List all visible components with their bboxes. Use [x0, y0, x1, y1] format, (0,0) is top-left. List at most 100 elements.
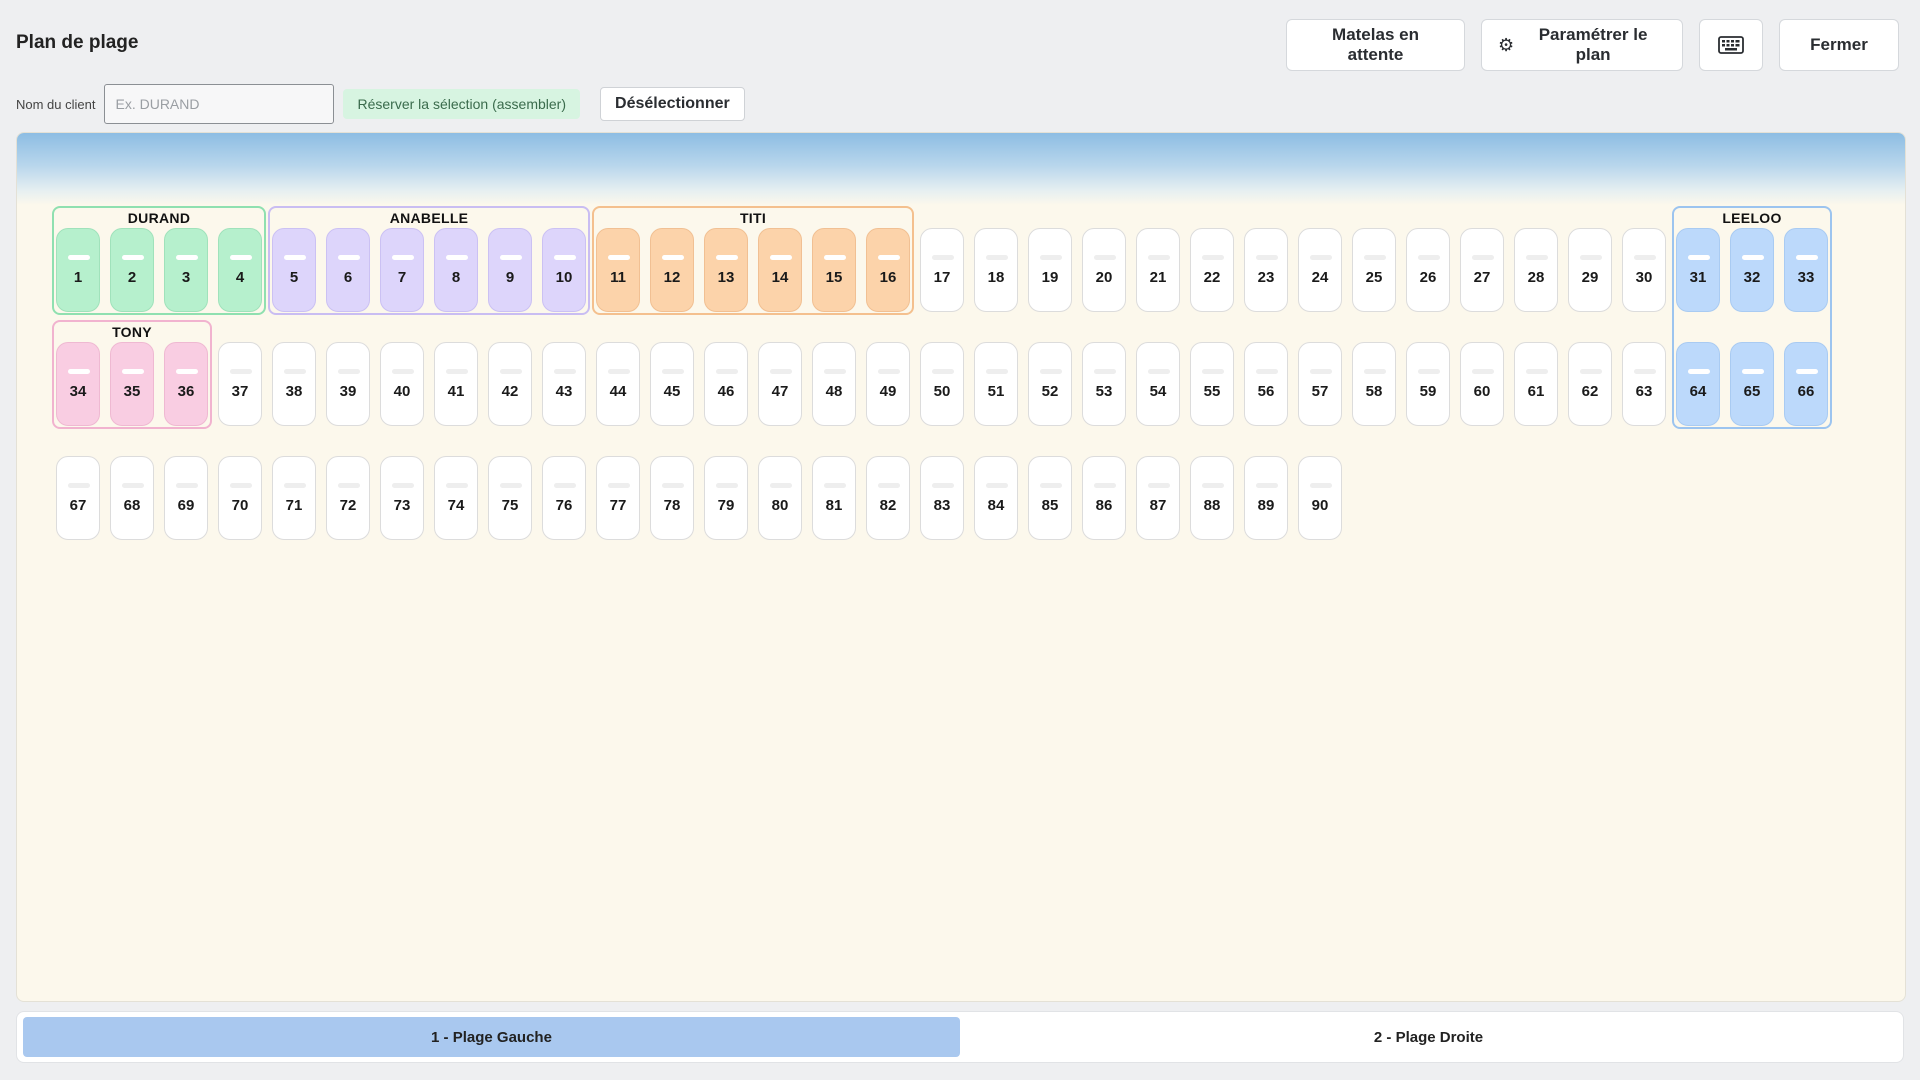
mattress-11[interactable]: 11 [596, 228, 640, 312]
mattress-63[interactable]: 63 [1622, 342, 1666, 426]
mattress-13[interactable]: 13 [704, 228, 748, 312]
mattress-27[interactable]: 27 [1460, 228, 1504, 312]
mattress-45[interactable]: 45 [650, 342, 694, 426]
mattress-4[interactable]: 4 [218, 228, 262, 312]
mattress-79[interactable]: 79 [704, 456, 748, 540]
mattress-39[interactable]: 39 [326, 342, 370, 426]
mattress-55[interactable]: 55 [1190, 342, 1234, 426]
mattress-1[interactable]: 1 [56, 228, 100, 312]
mattress-35[interactable]: 35 [110, 342, 154, 426]
mattress-20[interactable]: 20 [1082, 228, 1126, 312]
mattress-14[interactable]: 14 [758, 228, 802, 312]
pillow-icon [230, 369, 252, 374]
mattress-62[interactable]: 62 [1568, 342, 1612, 426]
mattress-50[interactable]: 50 [920, 342, 964, 426]
mattress-86[interactable]: 86 [1082, 456, 1126, 540]
mattress-76[interactable]: 76 [542, 456, 586, 540]
mattress-89[interactable]: 89 [1244, 456, 1288, 540]
mattress-9[interactable]: 9 [488, 228, 532, 312]
mattress-16[interactable]: 16 [866, 228, 910, 312]
mattress-36[interactable]: 36 [164, 342, 208, 426]
mattress-51[interactable]: 51 [974, 342, 1018, 426]
mattress-15[interactable]: 15 [812, 228, 856, 312]
mattress-74[interactable]: 74 [434, 456, 478, 540]
mattress-6[interactable]: 6 [326, 228, 370, 312]
deselect-button[interactable]: Désélectionner [600, 87, 745, 121]
mattress-26[interactable]: 26 [1406, 228, 1450, 312]
mattress-7[interactable]: 7 [380, 228, 424, 312]
mattress-47[interactable]: 47 [758, 342, 802, 426]
mattress-42[interactable]: 42 [488, 342, 532, 426]
mattress-48[interactable]: 48 [812, 342, 856, 426]
mattress-19[interactable]: 19 [1028, 228, 1072, 312]
mattress-70[interactable]: 70 [218, 456, 262, 540]
mattress-77[interactable]: 77 [596, 456, 640, 540]
mattress-75[interactable]: 75 [488, 456, 532, 540]
mattress-65[interactable]: 65 [1730, 342, 1774, 426]
mattress-73[interactable]: 73 [380, 456, 424, 540]
keyboard-button[interactable] [1699, 19, 1763, 71]
configure-plan-button[interactable]: ⚙ Paramétrer le plan [1481, 19, 1683, 71]
mattress-2[interactable]: 2 [110, 228, 154, 312]
mattress-31[interactable]: 31 [1676, 228, 1720, 312]
mattress-40[interactable]: 40 [380, 342, 424, 426]
mattress-23[interactable]: 23 [1244, 228, 1288, 312]
mattress-83[interactable]: 83 [920, 456, 964, 540]
mattress-25[interactable]: 25 [1352, 228, 1396, 312]
mattress-3[interactable]: 3 [164, 228, 208, 312]
mattress-67[interactable]: 67 [56, 456, 100, 540]
mattress-64[interactable]: 64 [1676, 342, 1720, 426]
waiting-mattresses-button[interactable]: Matelas en attente [1286, 19, 1465, 71]
mattress-57[interactable]: 57 [1298, 342, 1342, 426]
mattress-43[interactable]: 43 [542, 342, 586, 426]
mattress-58[interactable]: 58 [1352, 342, 1396, 426]
mattress-66[interactable]: 66 [1784, 342, 1828, 426]
mattress-90[interactable]: 90 [1298, 456, 1342, 540]
mattress-53[interactable]: 53 [1082, 342, 1126, 426]
mattress-24[interactable]: 24 [1298, 228, 1342, 312]
mattress-8[interactable]: 8 [434, 228, 478, 312]
mattress-72[interactable]: 72 [326, 456, 370, 540]
mattress-56[interactable]: 56 [1244, 342, 1288, 426]
mattress-82[interactable]: 82 [866, 456, 910, 540]
mattress-29[interactable]: 29 [1568, 228, 1612, 312]
mattress-59[interactable]: 59 [1406, 342, 1450, 426]
tab-plage-droite[interactable]: 2 - Plage Droite [960, 1017, 1897, 1057]
mattress-12[interactable]: 12 [650, 228, 694, 312]
mattress-18[interactable]: 18 [974, 228, 1018, 312]
mattress-28[interactable]: 28 [1514, 228, 1558, 312]
mattress-71[interactable]: 71 [272, 456, 316, 540]
mattress-68[interactable]: 68 [110, 456, 154, 540]
mattress-22[interactable]: 22 [1190, 228, 1234, 312]
mattress-37[interactable]: 37 [218, 342, 262, 426]
mattress-61[interactable]: 61 [1514, 342, 1558, 426]
mattress-41[interactable]: 41 [434, 342, 478, 426]
reserve-selection-button[interactable]: Réserver la sélection (assembler) [343, 89, 581, 119]
mattress-52[interactable]: 52 [1028, 342, 1072, 426]
mattress-32[interactable]: 32 [1730, 228, 1774, 312]
mattress-87[interactable]: 87 [1136, 456, 1180, 540]
mattress-38[interactable]: 38 [272, 342, 316, 426]
tab-plage-gauche[interactable]: 1 - Plage Gauche [23, 1017, 960, 1057]
mattress-81[interactable]: 81 [812, 456, 856, 540]
mattress-5[interactable]: 5 [272, 228, 316, 312]
client-name-input[interactable] [104, 84, 335, 124]
mattress-84[interactable]: 84 [974, 456, 1018, 540]
mattress-44[interactable]: 44 [596, 342, 640, 426]
mattress-30[interactable]: 30 [1622, 228, 1666, 312]
mattress-85[interactable]: 85 [1028, 456, 1072, 540]
mattress-80[interactable]: 80 [758, 456, 802, 540]
close-button[interactable]: Fermer [1779, 19, 1899, 71]
mattress-60[interactable]: 60 [1460, 342, 1504, 426]
mattress-54[interactable]: 54 [1136, 342, 1180, 426]
mattress-49[interactable]: 49 [866, 342, 910, 426]
mattress-88[interactable]: 88 [1190, 456, 1234, 540]
mattress-34[interactable]: 34 [56, 342, 100, 426]
mattress-21[interactable]: 21 [1136, 228, 1180, 312]
mattress-69[interactable]: 69 [164, 456, 208, 540]
mattress-10[interactable]: 10 [542, 228, 586, 312]
mattress-17[interactable]: 17 [920, 228, 964, 312]
mattress-78[interactable]: 78 [650, 456, 694, 540]
mattress-33[interactable]: 33 [1784, 228, 1828, 312]
mattress-46[interactable]: 46 [704, 342, 748, 426]
